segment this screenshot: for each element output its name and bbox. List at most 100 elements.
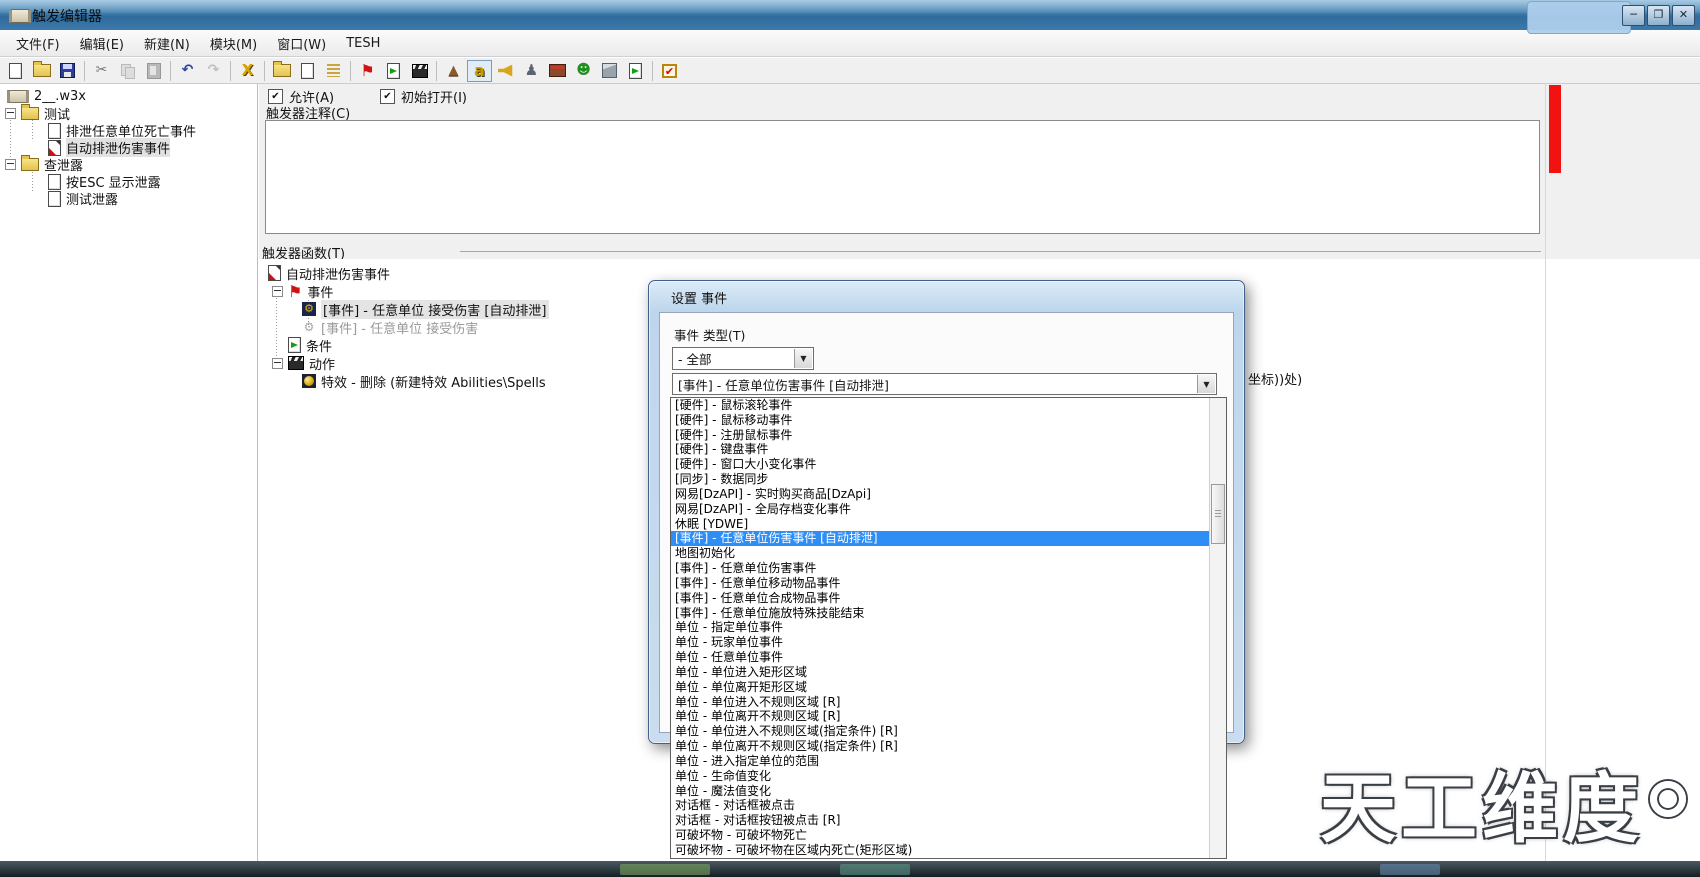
new-event-button[interactable]: ⚑ xyxy=(355,60,380,82)
test-map-button[interactable]: ✔ xyxy=(657,60,682,82)
initially-on-checkbox[interactable]: ✔ xyxy=(380,89,395,104)
func-event-disabled[interactable]: [事件] - 任意单位 接受伤害 xyxy=(302,318,478,337)
event-list-item[interactable]: 单位 - 单位进入矩形区域 xyxy=(671,665,1210,680)
event-list-item[interactable]: [事件] - 任意单位移动物品事件 xyxy=(671,576,1210,591)
event-list-item[interactable]: [硬件] - 窗口大小变化事件 xyxy=(671,457,1210,472)
trigger-editor-button[interactable]: a xyxy=(467,59,492,82)
comment-textarea[interactable] xyxy=(265,120,1540,234)
redo-arrow-icon: ↷ xyxy=(207,62,220,78)
menu-module[interactable]: 模块(M) xyxy=(200,30,267,57)
event-list-item[interactable]: 对话框 - 对话框被点击 xyxy=(671,798,1210,813)
func-node-actions[interactable]: 动作 xyxy=(272,354,335,373)
close-button[interactable]: ✕ xyxy=(1672,5,1695,26)
maximize-button[interactable]: ❐ xyxy=(1647,5,1670,26)
trigger-page-icon xyxy=(48,173,61,190)
event-list-item[interactable]: 网易[DzAPI] - 实时购买商品[DzApi] xyxy=(671,487,1210,502)
redo-button[interactable]: ↷ xyxy=(201,60,226,82)
event-list-item[interactable]: 地图初始化 xyxy=(671,546,1210,561)
tree-folder-check-leaks[interactable]: 查泄露 xyxy=(0,155,257,174)
event-list-item[interactable]: 单位 - 魔法值变化 xyxy=(671,784,1210,799)
menu-file[interactable]: 文件(F) xyxy=(6,30,70,57)
copy-button[interactable] xyxy=(115,60,140,82)
campaign-editor-button[interactable] xyxy=(545,60,570,82)
event-list-item[interactable]: 单位 - 单位进入不规则区域 [R] xyxy=(671,695,1210,710)
event-list-item[interactable]: 单位 - 单位进入不规则区域(指定条件) [R] xyxy=(671,724,1210,739)
event-type-combo[interactable]: - 全部 ▼ xyxy=(672,347,814,370)
delete-button[interactable]: X xyxy=(235,60,260,82)
event-list-item[interactable]: 单位 - 单位离开不规则区域(指定条件) [R] xyxy=(671,739,1210,754)
save-map-button[interactable] xyxy=(55,60,80,82)
menu-window[interactable]: 窗口(W) xyxy=(267,30,336,57)
event-list-item[interactable]: [硬件] - 键盘事件 xyxy=(671,442,1210,457)
func-node-events[interactable]: ⚑ 事件 xyxy=(272,282,333,301)
event-list-item[interactable]: 休眠 [YDWE] xyxy=(671,517,1210,532)
new-category-button[interactable] xyxy=(269,60,294,82)
func-trigger-header[interactable]: 自动排泄伤害事件 xyxy=(268,264,390,283)
event-list-item[interactable]: 单位 - 任意单位事件 xyxy=(671,650,1210,665)
event-combo[interactable]: [事件] - 任意单位伤害事件 [自动排泄] ▼ xyxy=(672,373,1217,395)
gear-icon xyxy=(1650,781,1686,817)
gear-icon xyxy=(302,320,316,334)
import-manager-button[interactable] xyxy=(623,60,648,82)
event-list-item[interactable]: [硬件] - 注册鼠标事件 xyxy=(671,428,1210,443)
tree-trigger-esc-show-leaks[interactable]: 按ESC 显示泄露 xyxy=(0,173,257,191)
terrain-editor-button[interactable]: ▲ xyxy=(441,60,466,82)
object-manager-button[interactable] xyxy=(597,60,622,82)
chevron-down-icon[interactable]: ▼ xyxy=(794,349,812,368)
new-comment-button[interactable] xyxy=(321,60,346,82)
folder-icon xyxy=(21,155,39,171)
event-list-item[interactable]: 单位 - 指定单位事件 xyxy=(671,620,1210,635)
new-action-button[interactable] xyxy=(407,60,432,82)
enabled-checkbox[interactable]: ✔ xyxy=(268,89,283,104)
collapse-icon[interactable] xyxy=(5,159,16,170)
event-list-item[interactable]: [事件] - 任意单位施放特殊技能结束 xyxy=(671,606,1210,621)
object-editor-button[interactable]: ♟ xyxy=(519,60,544,82)
tree-trigger-auto-purge-damage-event[interactable]: 自动排泄伤害事件 xyxy=(0,138,257,157)
func-node-conditions[interactable]: 条件 xyxy=(288,336,332,355)
new-map-button[interactable] xyxy=(3,60,28,82)
tree-trigger-purge-death-event[interactable]: 排泄任意单位死亡事件 xyxy=(0,122,257,140)
event-list-item[interactable]: [事件] - 任意单位伤害事件 xyxy=(671,561,1210,576)
event-list-item[interactable]: 可破坏物 - 可破坏物死亡 xyxy=(671,828,1210,843)
menu-new[interactable]: 新建(N) xyxy=(134,30,200,57)
event-list-item[interactable]: [硬件] - 鼠标滚轮事件 xyxy=(671,398,1210,413)
event-list-item[interactable]: 单位 - 单位离开不规则区域 [R] xyxy=(671,709,1210,724)
toolbar-separator xyxy=(84,60,85,81)
func-action-effect[interactable]: 特效 - 删除 (新建特效 Abilities\Spells xyxy=(302,372,546,391)
menu-tesh[interactable]: TESH xyxy=(336,32,390,55)
event-list-item[interactable]: [事件] - 任意单位伤害事件 [自动排泄] xyxy=(671,531,1210,547)
paste-button[interactable] xyxy=(141,60,166,82)
collapse-icon[interactable] xyxy=(272,357,283,369)
event-list-item[interactable]: [事件] - 任意单位合成物品事件 xyxy=(671,591,1210,606)
func-event-selected[interactable]: [事件] - 任意单位 接受伤害 [自动排泄] xyxy=(302,299,549,319)
scrollbar-thumb[interactable] xyxy=(1211,484,1225,544)
minimize-button[interactable]: ─ xyxy=(1622,5,1645,26)
tree-root-map[interactable]: 2__.w3x xyxy=(0,88,257,105)
event-list-item[interactable]: [硬件] - 鼠标移动事件 xyxy=(671,413,1210,428)
event-list-item[interactable]: 单位 - 单位离开矩形区域 xyxy=(671,680,1210,695)
event-list-item[interactable]: 对话框 - 对话框按钮被点击 [R] xyxy=(671,813,1210,828)
sound-editor-button[interactable] xyxy=(493,60,518,82)
event-list-item[interactable]: [同步] - 数据同步 xyxy=(671,472,1210,487)
open-map-button[interactable] xyxy=(29,60,54,82)
text-lines-icon xyxy=(327,64,340,77)
new-trigger-button[interactable] xyxy=(295,60,320,82)
event-list-item[interactable]: 网易[DzAPI] - 全局存档变化事件 xyxy=(671,502,1210,517)
collapse-icon[interactable] xyxy=(5,108,16,119)
event-list-item[interactable]: 单位 - 玩家单位事件 xyxy=(671,635,1210,650)
tree-folder-test[interactable]: 测试 xyxy=(0,104,257,123)
toolbar: ✂ ↶ ↷ X ⚑ ▲ a ♟ ☻ ✔ xyxy=(0,58,1700,84)
event-list-item[interactable]: 单位 - 进入指定单位的范围 xyxy=(671,754,1210,769)
menu-edit[interactable]: 编辑(E) xyxy=(70,30,134,57)
ai-editor-button[interactable]: ☻ xyxy=(571,60,596,82)
tree-trigger-test-leaks[interactable]: 测试泄露 xyxy=(0,190,257,208)
event-list-item[interactable]: 单位 - 生命值变化 xyxy=(671,769,1210,784)
list-scrollbar[interactable] xyxy=(1209,398,1226,858)
event-list-item[interactable]: 可破坏物 - 可破坏物在区域内死亡(矩形区域) xyxy=(671,843,1210,858)
chevron-down-icon[interactable]: ▼ xyxy=(1197,375,1215,393)
cut-button[interactable]: ✂ xyxy=(89,60,114,82)
collapse-icon[interactable] xyxy=(272,285,283,297)
cart-icon xyxy=(549,64,566,77)
new-condition-button[interactable] xyxy=(381,60,406,82)
undo-button[interactable]: ↶ xyxy=(175,60,200,82)
